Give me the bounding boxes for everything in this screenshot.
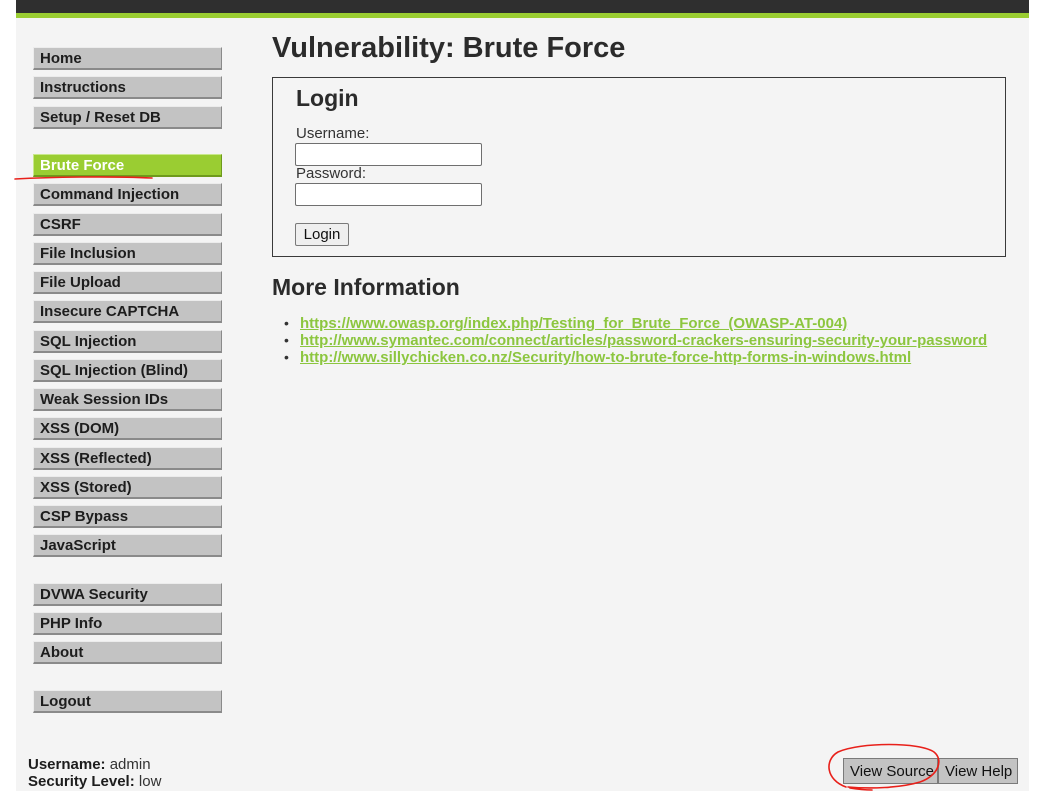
menu-item-logout[interactable]: Logout	[33, 690, 222, 713]
menu-item-instructions[interactable]: Instructions	[33, 76, 222, 99]
more-information-heading: More Information	[272, 274, 460, 300]
menu-item-setup-reset-db[interactable]: Setup / Reset DB	[33, 106, 222, 129]
menu-item-home[interactable]: Home	[33, 47, 222, 70]
more-information-list: • https://www.owasp.org/index.php/Testin…	[284, 315, 987, 366]
menu-item-csrf[interactable]: CSRF	[33, 213, 222, 236]
footer-username-value: admin	[109, 756, 151, 773]
main-container: Home Instructions Setup / Reset DB Brute…	[16, 18, 1029, 791]
menu-item-csp-bypass[interactable]: CSP Bypass	[33, 505, 222, 528]
page-title: Vulnerability: Brute Force	[272, 32, 626, 64]
menu-item-file-inclusion[interactable]: File Inclusion	[33, 242, 222, 265]
login-panel: Login Username: Password: Login	[272, 77, 1006, 257]
menu-item-about[interactable]: About	[33, 641, 222, 664]
menu-item-xss-reflected[interactable]: XSS (Reflected)	[33, 447, 222, 470]
footer-security-value: low	[138, 773, 162, 790]
menu-item-sql-injection-blind[interactable]: SQL Injection (Blind)	[33, 359, 222, 382]
username-input[interactable]	[295, 143, 482, 166]
dvwa-page: Home Instructions Setup / Reset DB Brute…	[0, 0, 1064, 791]
view-source-button[interactable]: View Source	[843, 758, 938, 784]
session-status: Username: admin Security Level: low	[28, 756, 161, 790]
menu-item-php-info[interactable]: PHP Info	[33, 612, 222, 635]
view-help-button[interactable]: View Help	[938, 758, 1018, 784]
menu-item-javascript[interactable]: JavaScript	[33, 534, 222, 557]
bullet-icon: •	[284, 332, 289, 348]
menu-item-weak-session-ids[interactable]: Weak Session IDs	[33, 388, 222, 411]
menu-item-sql-injection[interactable]: SQL Injection	[33, 330, 222, 353]
sillychicken-link[interactable]: http://www.sillychicken.co.nz/Security/h…	[300, 349, 911, 366]
password-input[interactable]	[295, 183, 482, 206]
menu-item-xss-stored[interactable]: XSS (Stored)	[33, 476, 222, 499]
footer-security-line: Security Level: low	[28, 773, 161, 790]
menu-item-dvwa-security[interactable]: DVWA Security	[33, 583, 222, 606]
list-item: • https://www.owasp.org/index.php/Testin…	[284, 315, 987, 332]
footer-username-label: Username:	[28, 756, 106, 773]
menu-item-xss-dom[interactable]: XSS (DOM)	[33, 417, 222, 440]
bullet-icon: •	[284, 349, 289, 365]
username-label: Username:	[296, 125, 370, 142]
list-item: • http://www.sillychicken.co.nz/Security…	[284, 349, 987, 366]
menu-item-command-injection[interactable]: Command Injection	[33, 183, 222, 206]
login-button[interactable]: Login	[295, 223, 349, 246]
list-item: • http://www.symantec.com/connect/articl…	[284, 332, 987, 349]
header-bar	[16, 0, 1029, 13]
menu-item-file-upload[interactable]: File Upload	[33, 271, 222, 294]
bullet-icon: •	[284, 315, 289, 331]
login-heading: Login	[296, 85, 359, 111]
owasp-link[interactable]: https://www.owasp.org/index.php/Testing_…	[300, 315, 847, 332]
footer-security-label: Security Level:	[28, 773, 135, 790]
password-label: Password:	[296, 165, 367, 182]
menu-item-brute-force[interactable]: Brute Force	[33, 154, 222, 177]
footer-username-line: Username: admin	[28, 756, 161, 773]
menu-item-insecure-captcha[interactable]: Insecure CAPTCHA	[33, 300, 222, 323]
symantec-link[interactable]: http://www.symantec.com/connect/articles…	[300, 332, 987, 349]
